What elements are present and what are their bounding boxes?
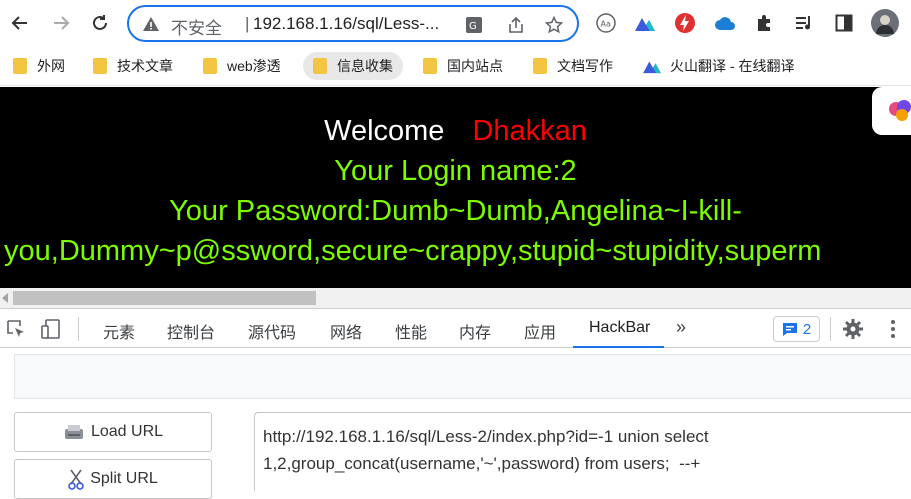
- svg-text:G: G: [469, 21, 477, 32]
- more-tabs-button[interactable]: »: [676, 317, 686, 338]
- bookmark-folder-web-pentest[interactable]: web渗透: [203, 52, 281, 80]
- welcome-name: Dhakkan: [472, 115, 587, 147]
- bookmark-folder-tech-articles[interactable]: 技术文章: [93, 52, 173, 80]
- arrow-left-icon: [11, 16, 27, 30]
- welcome-line: Welcome Dhakkan: [0, 115, 911, 148]
- hackbar-toolbar: [14, 354, 911, 399]
- bookmark-star-icon[interactable]: [543, 14, 565, 36]
- cloud-extension-icon[interactable]: [713, 11, 737, 35]
- scrollbar-thumb[interactable]: [13, 291, 316, 305]
- bookmark-folder-domestic-sites[interactable]: 国内站点: [423, 52, 503, 80]
- bookmark-label: 技术文章: [117, 58, 173, 74]
- split-url-icon: [68, 469, 85, 490]
- device-toolbar-icon[interactable]: [40, 318, 62, 340]
- url-text[interactable]: 192.168.1.16/sql/Less-...: [253, 14, 439, 34]
- folder-icon: [93, 58, 107, 74]
- split-url-button[interactable]: Split URL: [14, 459, 212, 499]
- devtools-tabbar: 元素 控制台 源代码 网络 性能 内存 应用 HackBar » 2: [0, 308, 911, 348]
- omnibox-separator: |: [245, 14, 250, 33]
- bookmark-label: 外网: [37, 58, 65, 74]
- horizontal-scrollbar[interactable]: [0, 288, 911, 308]
- volcano-translate-extension-icon[interactable]: [633, 11, 657, 35]
- reload-button[interactable]: [86, 9, 114, 37]
- load-url-label: Load URL: [90, 423, 164, 440]
- hackbar-panel: Load URL Split URL http://192.168.1.16/s…: [0, 348, 911, 499]
- load-url-icon: [64, 425, 83, 439]
- folder-icon: [13, 58, 27, 74]
- floating-assistant-button[interactable]: [872, 87, 911, 135]
- share-icon[interactable]: [505, 14, 527, 36]
- side-panel-icon[interactable]: [832, 11, 856, 35]
- svg-text:Aa: Aa: [601, 20, 611, 29]
- bookmark-folder-waiwang[interactable]: 外网: [13, 52, 65, 80]
- browser-toolbar: 不安全 | 192.168.1.16/sql/Less-... G Aa: [0, 0, 911, 46]
- message-icon: [782, 322, 797, 336]
- url-textarea[interactable]: http://192.168.1.16/sql/Less-2/index.php…: [254, 412, 911, 491]
- password-line-2: you,Dummy~p@ssword,secure~crappy,stupid~…: [4, 235, 822, 267]
- login-name-line: Your Login name:2: [334, 155, 577, 187]
- split-url-label: Split URL: [90, 470, 158, 487]
- bookmark-label: 国内站点: [447, 58, 503, 74]
- welcome-text: Welcome: [324, 115, 445, 147]
- folder-icon: [423, 58, 437, 74]
- issues-count: 2: [802, 320, 812, 338]
- bookmark-label: 文档写作: [557, 58, 613, 74]
- reader-extension-icon[interactable]: Aa: [594, 11, 618, 35]
- tab-performance[interactable]: 性能: [395, 319, 427, 343]
- tabbar-divider: [830, 317, 831, 341]
- bookmark-label: 火山翻译 - 在线翻译: [670, 58, 795, 74]
- inspect-element-icon[interactable]: [5, 318, 27, 340]
- folder-icon: [203, 58, 217, 74]
- tab-hackbar[interactable]: HackBar: [589, 319, 650, 337]
- address-bar[interactable]: 不安全 | 192.168.1.16/sql/Less-... G: [127, 5, 579, 42]
- tab-elements[interactable]: 元素: [103, 319, 135, 343]
- tabbar-divider: [78, 317, 79, 341]
- issues-badge[interactable]: 2: [773, 316, 820, 342]
- puzzle-extensions-icon[interactable]: [753, 11, 777, 35]
- password-line-1: Your Password:Dumb~Dumb,Angelina~I-kill-: [169, 195, 742, 227]
- tab-sources[interactable]: 源代码: [248, 319, 296, 343]
- translate-icon[interactable]: G: [463, 14, 485, 36]
- bookmark-folder-info-gathering[interactable]: 信息收集: [303, 52, 403, 80]
- warning-icon[interactable]: [142, 15, 160, 33]
- lightning-extension-icon[interactable]: [673, 11, 697, 35]
- security-status[interactable]: 不安全: [171, 14, 222, 39]
- brain-icon: [889, 100, 911, 121]
- folder-icon: [313, 58, 327, 74]
- kebab-menu-icon[interactable]: [882, 318, 904, 340]
- tab-network[interactable]: 网络: [330, 319, 362, 343]
- bookmarks-bar: 外网 技术文章 web渗透 信息收集 国内站点 文档写作 火山翻译 - 在线翻译: [0, 46, 911, 86]
- profile-avatar[interactable]: [871, 9, 899, 37]
- bookmark-volcano-translate[interactable]: 火山翻译 - 在线翻译: [642, 52, 794, 80]
- forward-button[interactable]: [47, 9, 75, 37]
- volcano-translate-icon: [643, 61, 661, 74]
- tab-console[interactable]: 控制台: [167, 319, 215, 343]
- tab-memory[interactable]: 内存: [459, 319, 491, 343]
- gear-icon[interactable]: [842, 318, 864, 340]
- page-viewport: Welcome Dhakkan Your Login name:2 Your Pa…: [0, 87, 911, 288]
- bookmark-folder-doc-writing[interactable]: 文档写作: [533, 52, 613, 80]
- reload-icon: [93, 15, 107, 30]
- media-queue-icon[interactable]: [792, 11, 816, 35]
- load-url-button[interactable]: Load URL: [14, 412, 212, 452]
- bookmark-label: 信息收集: [337, 58, 393, 74]
- bookmark-label: web渗透: [227, 58, 281, 74]
- back-button[interactable]: [6, 9, 34, 37]
- folder-icon: [533, 58, 547, 74]
- scroll-left-arrow-icon[interactable]: [2, 293, 8, 303]
- tab-application[interactable]: 应用: [524, 319, 556, 343]
- arrow-right-icon: [54, 16, 70, 30]
